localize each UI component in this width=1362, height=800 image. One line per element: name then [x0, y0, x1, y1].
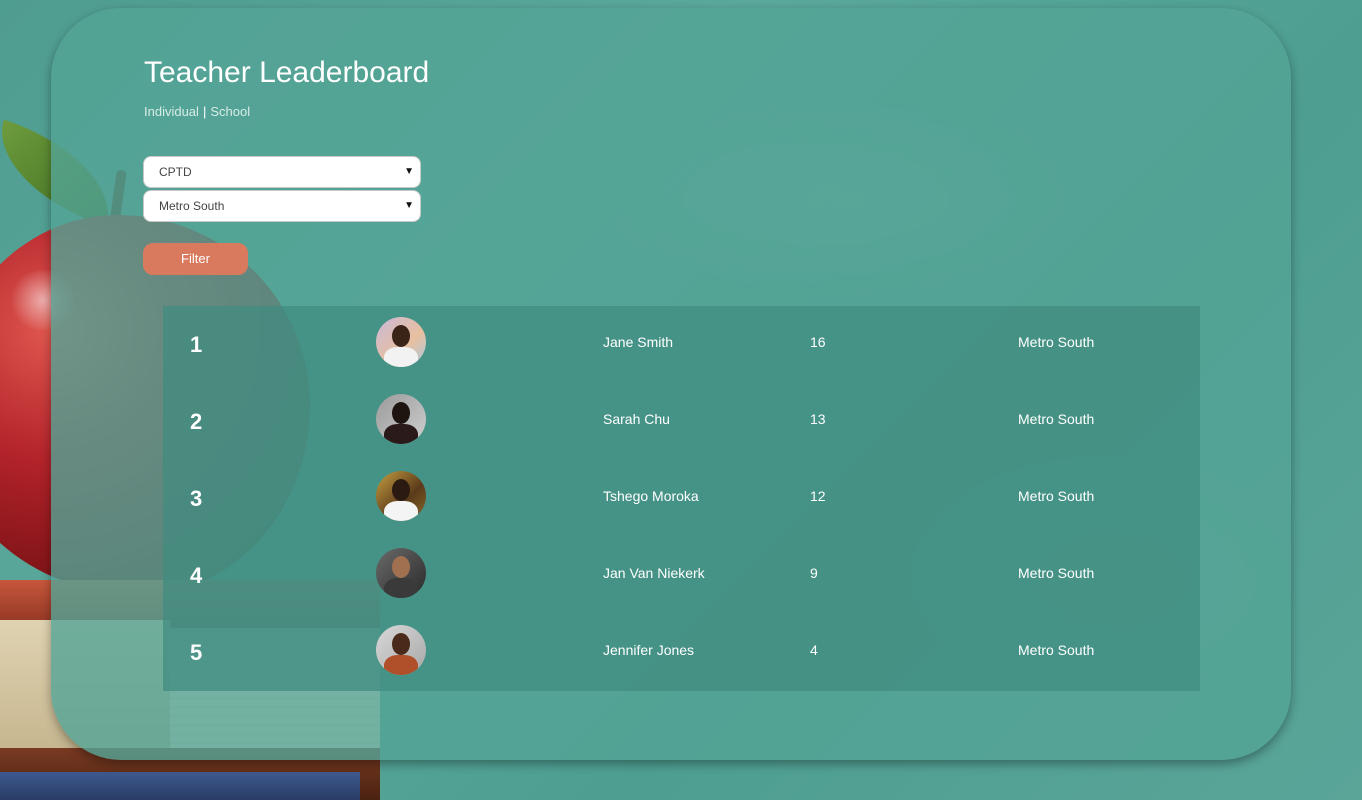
category-select-value: CPTD [159, 165, 192, 179]
leaderboard-table: 1 Jane Smith 16 Metro South 2 Sarah Chu … [163, 306, 1200, 691]
teacher-region: Metro South [1018, 488, 1095, 504]
teacher-region: Metro South [1018, 565, 1095, 581]
leaderboard-row[interactable]: 5 Jennifer Jones 4 Metro South [163, 614, 1200, 691]
rank-number: 4 [190, 563, 203, 588]
avatar [376, 394, 426, 444]
region-select-value: Metro South [159, 199, 225, 213]
leaderboard-row[interactable]: 3 Tshego Moroka 12 Metro South [163, 460, 1200, 537]
teacher-score: 13 [810, 411, 826, 427]
region-select[interactable]: Metro South ▼ [143, 190, 421, 222]
teacher-name: Tshego Moroka [603, 488, 699, 504]
tab-school[interactable]: School [210, 104, 250, 119]
teacher-name: Jane Smith [603, 334, 674, 350]
leaderboard-row[interactable]: 1 Jane Smith 16 Metro South [163, 306, 1200, 383]
rank-number: 1 [190, 332, 203, 357]
view-tabs: Individual | School [144, 104, 250, 119]
teacher-region: Metro South [1018, 334, 1095, 350]
leaderboard-row[interactable]: 4 Jan Van Niekerk 9 Metro South [163, 537, 1200, 614]
teacher-name: Jan Van Niekerk [603, 565, 705, 581]
rank-number: 2 [190, 409, 203, 434]
avatar [376, 317, 426, 367]
category-select[interactable]: CPTD ▼ [143, 156, 421, 188]
tab-separator: | [202, 104, 207, 119]
rank-number: 5 [190, 640, 203, 665]
filter-button[interactable]: Filter [143, 243, 248, 275]
teacher-name: Jennifer Jones [603, 642, 695, 658]
teacher-region: Metro South [1018, 411, 1095, 427]
teacher-score: 12 [810, 488, 826, 504]
avatar [376, 625, 426, 675]
teacher-score: 16 [810, 334, 826, 350]
teacher-score: 9 [810, 565, 818, 581]
chevron-down-icon: ▼ [404, 166, 414, 177]
teacher-score: 4 [810, 642, 818, 658]
rank-number: 3 [190, 486, 203, 511]
tab-individual[interactable]: Individual [144, 104, 199, 119]
teacher-region: Metro South [1018, 642, 1095, 658]
teacher-name: Sarah Chu [603, 411, 670, 427]
page-title: Teacher Leaderboard [144, 56, 430, 89]
avatar [376, 471, 426, 521]
leaderboard-row[interactable]: 2 Sarah Chu 13 Metro South [163, 383, 1200, 460]
avatar [376, 548, 426, 598]
chevron-down-icon: ▼ [404, 200, 414, 211]
